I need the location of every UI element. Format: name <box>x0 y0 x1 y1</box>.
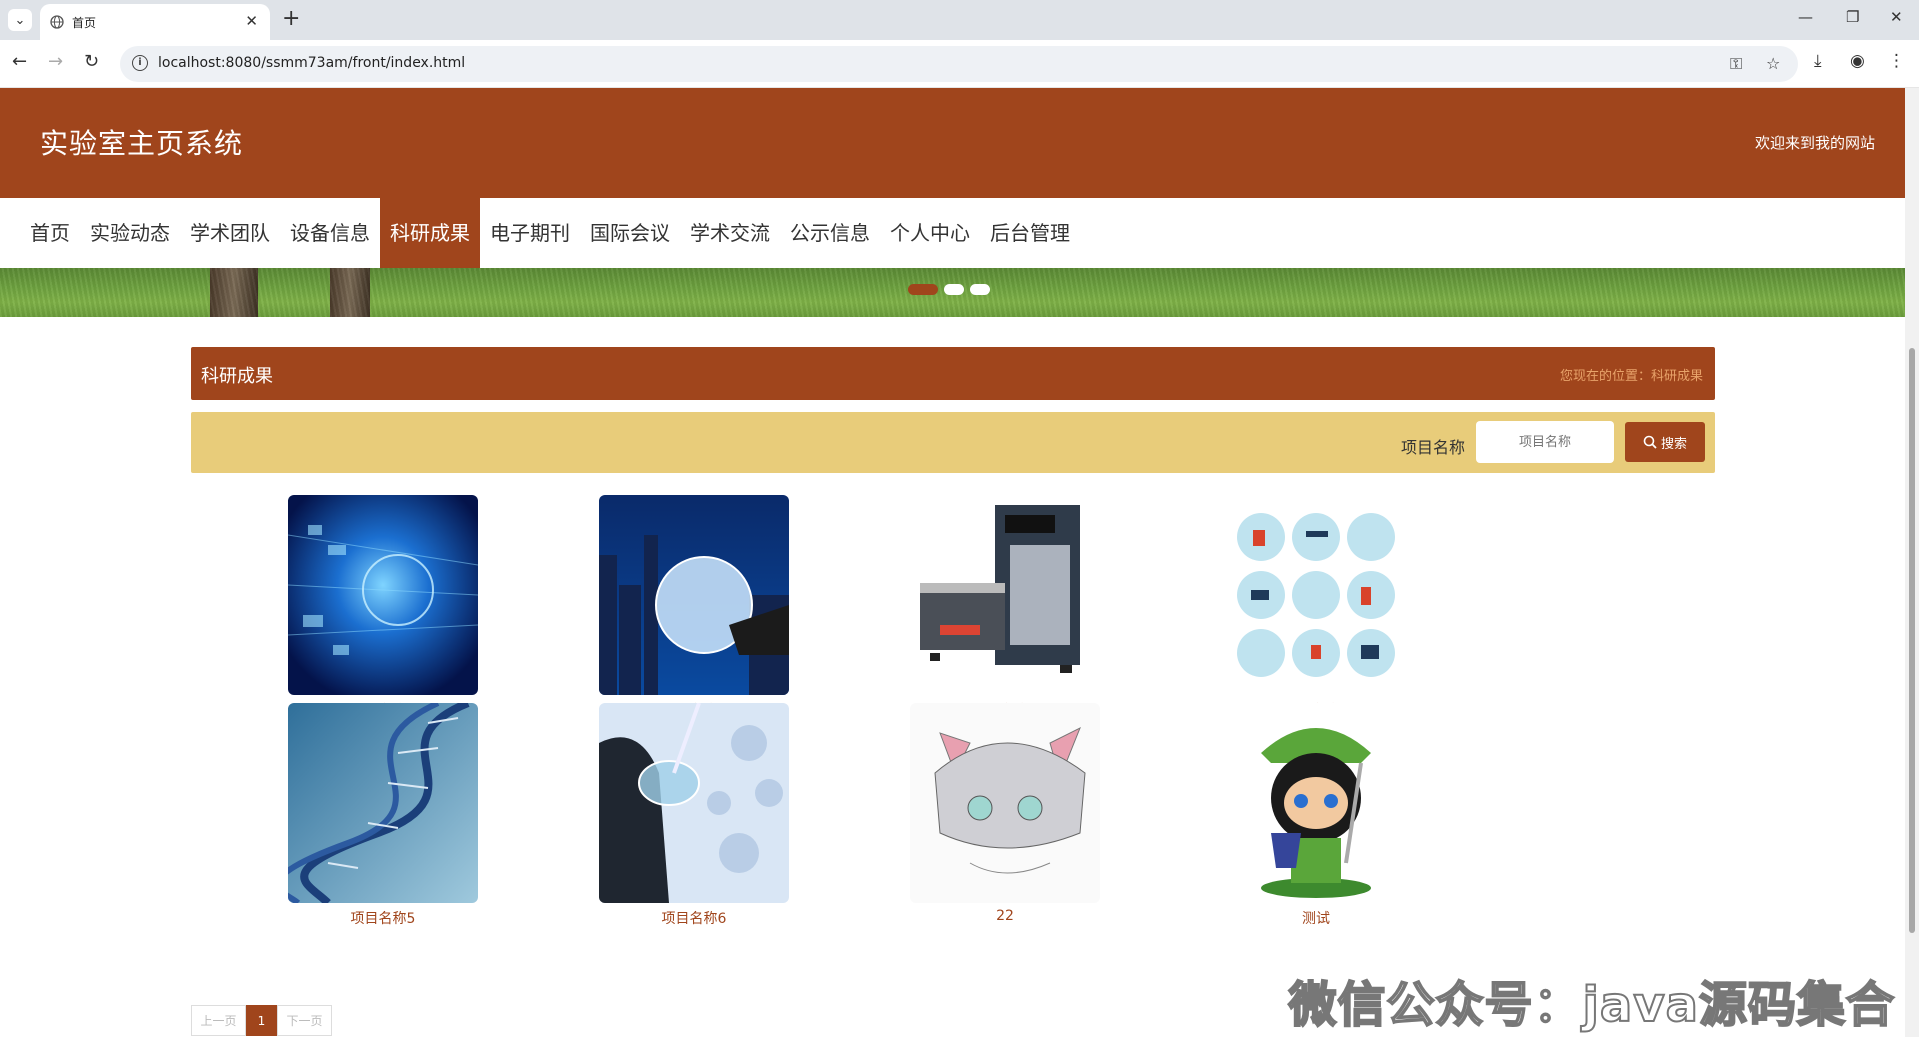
dna-helix-image[interactable] <box>288 703 478 903</box>
minimize-icon[interactable]: — <box>1798 8 1813 26</box>
watermark: 微信公众号：java源码集合 <box>1287 976 1895 1034</box>
restore-icon[interactable]: ❐ <box>1846 8 1859 26</box>
site-info-icon[interactable]: i <box>132 55 148 71</box>
carousel-dots <box>908 284 990 295</box>
password-key-icon[interactable]: ⚿ <box>1730 54 1742 74</box>
download-icon[interactable]: ⤓ <box>1814 51 1822 71</box>
search-button-label: 搜索 <box>1660 436 1687 452</box>
pagination: 上一页 1 下一页 <box>191 1005 332 1036</box>
menu-icon[interactable]: ⋮ <box>1888 51 1905 71</box>
result-card-title[interactable]: 测试 <box>1221 908 1411 928</box>
next-page-button[interactable]: 下一页 <box>277 1005 332 1036</box>
tab-search-icon[interactable]: ⌄ <box>8 9 32 31</box>
search-icon <box>1643 435 1657 449</box>
nav-item[interactable]: 电子期刊 <box>480 198 580 268</box>
result-card[interactable]: 项目名称3 <box>910 495 1100 720</box>
result-card[interactable]: 测试 <box>1221 703 1411 928</box>
profile-icon[interactable]: ◉ <box>1850 51 1865 71</box>
globe-icon <box>50 15 64 29</box>
result-card-title[interactable]: 22 <box>910 908 1100 924</box>
new-tab-icon[interactable]: + <box>282 6 300 31</box>
carousel-dot-active[interactable] <box>908 284 938 295</box>
nav-item[interactable]: 国际会议 <box>580 198 680 268</box>
octocat-link-image[interactable] <box>1221 703 1411 903</box>
tab-title: 首页 <box>72 16 97 30</box>
nav-item[interactable]: 学术交流 <box>680 198 780 268</box>
banner-carousel[interactable] <box>0 268 1905 317</box>
bookmark-star-icon[interactable]: ☆ <box>1766 54 1780 73</box>
lab-machine-image[interactable] <box>910 495 1100 695</box>
result-card[interactable]: 项目名称4 <box>1221 495 1411 720</box>
nav-item[interactable]: 后台管理 <box>980 198 1080 268</box>
result-card[interactable]: 项目名称5 <box>288 703 478 928</box>
nav-item[interactable]: 公示信息 <box>780 198 880 268</box>
carousel-dot[interactable] <box>944 284 964 295</box>
page-viewport: 实验室主页系统 欢迎来到我的网站 首页 实验动态 学术团队 设备信息 科研成果 电子期刊国… <box>0 88 1905 1037</box>
main-nav: 首页 实验动态 学术团队 设备信息 科研成果 电子期刊 国际会议 学术交流 公示信息 个人中心 后台… <box>0 198 1905 268</box>
anime-cat-image[interactable] <box>910 703 1100 903</box>
nav-item[interactable]: 实验动态 <box>80 198 180 268</box>
result-card[interactable]: 项目名称1 <box>288 495 478 720</box>
welcome-text: 欢迎来到我的网站 <box>1754 134 1875 152</box>
scrollbar-thumb[interactable] <box>1909 348 1915 933</box>
result-card[interactable]: 项目名称2 <box>599 495 789 720</box>
search-input[interactable] <box>1476 421 1614 463</box>
url-text: localhost:8080/ssmm73am/front/index.html <box>158 55 466 71</box>
result-card-title[interactable]: 项目名称5 <box>288 908 478 928</box>
nav-item[interactable]: 个人中心 <box>880 198 980 268</box>
window-close-icon[interactable]: ✕ <box>1890 8 1903 26</box>
nav-item[interactable]: 学术团队 <box>180 198 280 268</box>
search-button[interactable]: 搜索 <box>1625 422 1705 462</box>
cyber-globe-image[interactable] <box>288 495 478 695</box>
address-bar[interactable]: i localhost:8080/ssmm73am/front/index.ht… <box>120 46 1798 82</box>
site-title: 实验室主页系统 <box>40 127 244 160</box>
science-icons-image[interactable] <box>1221 495 1411 695</box>
search-bar: 项目名称 搜索 <box>191 412 1715 473</box>
prev-page-button[interactable]: 上一页 <box>191 1005 246 1036</box>
result-card-title[interactable]: 项目名称6 <box>599 908 789 928</box>
site-header: 实验室主页系统 欢迎来到我的网站 <box>0 88 1905 198</box>
forward-icon[interactable]: → <box>48 51 63 72</box>
nav-item[interactable]: 设备信息 <box>280 198 380 268</box>
back-icon[interactable]: ← <box>12 51 27 72</box>
browser-toolbar: ← → ↻ i localhost:8080/ssmm73am/front/in… <box>0 40 1919 88</box>
nav-item[interactable]: 科研成果 <box>380 198 480 268</box>
city-globe-image[interactable] <box>599 495 789 695</box>
result-card[interactable]: 项目名称6 <box>599 703 789 928</box>
page-scrollbar[interactable] <box>1905 88 1919 1037</box>
section-title: 科研成果 <box>201 366 273 387</box>
browser-tab[interactable]: 首页 ✕ <box>40 4 270 40</box>
page-number-current[interactable]: 1 <box>246 1005 277 1036</box>
breadcrumb: 您现在的位置：科研成果 <box>1559 369 1703 384</box>
browser-tabstrip: ⌄ 首页 ✕ + — ❐ ✕ <box>0 0 1919 40</box>
reload-icon[interactable]: ↻ <box>84 51 99 72</box>
carousel-dot[interactable] <box>970 284 990 295</box>
tab-close-icon[interactable]: ✕ <box>245 12 258 30</box>
section-header: 科研成果 您现在的位置：科研成果 <box>191 347 1715 400</box>
petri-dish-image[interactable] <box>599 703 789 903</box>
result-card[interactable]: 22 <box>910 703 1100 924</box>
nav-item[interactable]: 首页 <box>20 198 80 268</box>
search-label: 项目名称 <box>1401 438 1466 457</box>
